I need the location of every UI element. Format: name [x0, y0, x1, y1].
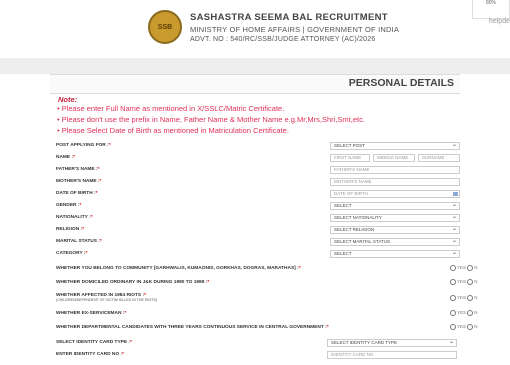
departmental-label: WHETHER DEPARTMENTAL CANDIDATES WITH THR…	[56, 325, 329, 330]
section-bar: PERSONAL DETAILS	[50, 74, 460, 94]
first-name-input[interactable]: FIRST NAME	[330, 154, 370, 162]
surname-input[interactable]: SURNAME	[418, 154, 460, 162]
post-label: POST APPLYING FOR :*	[56, 143, 111, 148]
category-select[interactable]: SELECT ⌄	[330, 250, 460, 258]
calendar-icon[interactable]	[453, 192, 458, 196]
site-header: SSB SASHASTRA SEEMA BAL RECRUITMENT MINI…	[0, 0, 510, 59]
riots-sublabel: (CHILDREN/DEPENDENT OF VICTIM KILLED IN …	[56, 298, 158, 302]
community-radio[interactable]: YES N	[450, 265, 478, 271]
advt-number: ADVT. NO : 540/RC/SSB/JUDGE ATTORNEY (AC…	[190, 36, 376, 43]
father-label: FATHER'S NAME :*	[56, 167, 100, 172]
domiciled-radio[interactable]: YES N	[450, 279, 478, 285]
note-item: • Please don't use the prefix in Name, F…	[57, 115, 365, 124]
community-label: WHETHER YOU BELONG TO COMMUNITY [GARHWAL…	[56, 266, 301, 271]
exservice-radio[interactable]: YES N	[450, 310, 478, 316]
chevron-down-icon: ⌄	[451, 142, 457, 148]
post-select[interactable]: SELECT POST ⌄	[330, 142, 460, 150]
exservice-label: WHETHER EX-SERVICEMAN :*	[56, 311, 127, 316]
nationality-label: NATIONALITY :*	[56, 215, 93, 220]
dob-input[interactable]: DATE OF BIRTH	[330, 190, 460, 198]
category-label: CATEGORY :*	[56, 251, 88, 256]
mother-label: MOTHER'S NAME :*	[56, 179, 102, 184]
name-label: NAME :*	[56, 155, 75, 160]
logo-text: SSB	[157, 23, 173, 31]
chevron-down-icon: ⌄	[451, 250, 457, 256]
id-type-select[interactable]: SELECT IDENTITY CARD TYPE ⌄	[327, 339, 457, 347]
note-item: • Please Select Date of Birth as mention…	[57, 126, 289, 135]
departmental-radio[interactable]: YES N	[450, 324, 478, 330]
chevron-down-icon: ⌄	[448, 339, 454, 345]
id-no-input[interactable]: IDENTITY CARD NO	[327, 351, 457, 359]
chevron-down-icon: ⌄	[451, 238, 457, 244]
middle-name-input[interactable]: MIDDLE NAME	[373, 154, 415, 162]
marital-label: MARITAL STATUS :*	[56, 239, 102, 244]
nationality-select[interactable]: SELECT NATIONALITY ⌄	[330, 214, 460, 222]
section-title: PERSONAL DETAILS	[348, 77, 454, 89]
gender-label: GENDER :*	[56, 203, 82, 208]
zoom-indicator: 80%	[472, 0, 510, 19]
ministry-line: MINISTRY OF HOME AFFAIRS | GOVERNMENT OF…	[190, 25, 400, 34]
mother-name-input[interactable]: MOTHER'S NAME	[330, 178, 460, 186]
dob-label: DATE OF BIRTH :*	[56, 191, 98, 196]
note-item: • Please enter Full Name as mentioned in…	[57, 104, 285, 113]
nav-band	[0, 58, 510, 74]
helpdesk-link[interactable]: helpde	[489, 18, 510, 25]
religion-label: RELIGION :*	[56, 227, 84, 232]
chevron-down-icon: ⌄	[451, 226, 457, 232]
marital-select[interactable]: SELECT MARITAL STATUS ⌄	[330, 238, 460, 246]
father-name-input[interactable]: FATHER'S NAME	[330, 166, 460, 174]
riots-label: WHETHER AFFECTED IN 1984 RIOTS :* (CHILDR…	[56, 293, 158, 302]
id-type-label: SELECT IDENTITY CARD TYPE :*	[56, 340, 132, 345]
id-no-label: ENTER IDENTITY CARD NO :*	[56, 352, 124, 357]
chevron-down-icon: ⌄	[451, 202, 457, 208]
chevron-down-icon: ⌄	[451, 214, 457, 220]
gender-select[interactable]: SELECT ⌄	[330, 202, 460, 210]
domiciled-label: WHETHER DOMICILED ORDINARY IN J&K DURING…	[56, 280, 210, 285]
org-title: SASHASTRA SEEMA BAL RECRUITMENT	[190, 12, 388, 23]
religion-select[interactable]: SELECT RELIGION ⌄	[330, 226, 460, 234]
riots-radio[interactable]: YES N	[450, 295, 478, 301]
ssb-logo: SSB	[148, 10, 182, 44]
note-title: Note:	[58, 95, 78, 104]
